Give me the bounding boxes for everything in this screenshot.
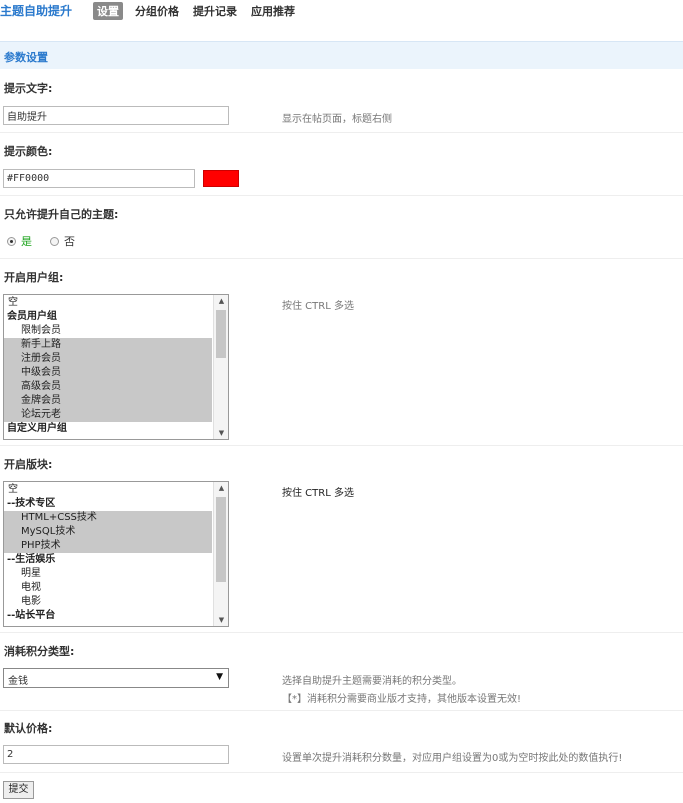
boards-option[interactable]: MySQL技术 <box>4 525 212 539</box>
tip-color-input[interactable] <box>3 169 195 188</box>
boards-option[interactable]: PHP技术 <box>4 539 212 553</box>
scroll-up-icon[interactable]: ▲ <box>214 295 228 307</box>
radio-yes[interactable]: 是 <box>7 233 32 249</box>
radio-yes-dot[interactable] <box>7 236 16 246</box>
credit-type-label: 消耗积分类型: <box>4 645 75 658</box>
divider <box>0 258 683 259</box>
user_groups-option[interactable]: 会员用户组 <box>4 310 212 324</box>
tip-text-label: 提示文字: <box>4 82 53 95</box>
own-only-label: 只允许提升自己的主题: <box>4 208 119 221</box>
scroll-up-icon[interactable]: ▲ <box>214 482 228 494</box>
tip-text-input[interactable] <box>3 106 229 125</box>
default-price-hint: 设置单次提升消耗积分数量，对应用户组设置为0或为空时按此处的数值执行! <box>282 753 623 764</box>
credit-type-hint: 选择自助提升主题需要消耗的积分类型。 <box>282 676 462 687</box>
boards-option[interactable]: HTML+CSS技术 <box>4 511 212 525</box>
boards-hint: 按住 CTRL 多选 <box>282 488 354 499</box>
default-price-input[interactable] <box>3 745 229 764</box>
user-groups-list: 空会员用户组 限制会员 新手上路 注册会员 中级会员 高级会员 金牌会员 论坛元老 自定义用户组 <box>4 296 212 436</box>
boards-option[interactable]: --生活娱乐 <box>4 553 212 567</box>
app-title: 主题自助提升 <box>0 4 73 18</box>
user_groups-option[interactable]: 新手上路 <box>4 338 212 352</box>
radio-no[interactable]: 否 <box>50 233 75 249</box>
submit-button[interactable]: 提交 <box>3 781 34 799</box>
divider <box>0 772 683 773</box>
user_groups-option[interactable]: 高级会员 <box>4 380 212 394</box>
divider <box>0 445 683 446</box>
radio-no-dot[interactable] <box>50 236 59 246</box>
scroll-thumb[interactable] <box>216 310 226 358</box>
boards-scrollbar[interactable]: ▲ ▼ <box>213 482 228 626</box>
user_groups-option[interactable]: 注册会员 <box>4 352 212 366</box>
scroll-down-icon[interactable]: ▼ <box>214 427 228 439</box>
boards-option[interactable]: 电影 <box>4 595 212 609</box>
boards-option[interactable]: 空 <box>4 483 212 497</box>
tip-text-hint: 显示在帖页面，标题右侧 <box>282 114 392 125</box>
default-price-label: 默认价格: <box>4 722 53 735</box>
boards-option[interactable]: 电视 <box>4 581 212 595</box>
boards-option[interactable]: --技术专区 <box>4 497 212 511</box>
user-groups-label: 开启用户组: <box>4 271 64 284</box>
user_groups-option[interactable]: 论坛元老 <box>4 408 212 422</box>
chevron-down-icon: ▼ <box>216 672 223 682</box>
user_groups-option[interactable]: 自定义用户组 <box>4 422 212 436</box>
boards-list: 空 --技术专区 HTML+CSS技术 MySQL技术 PHP技术 --生活娱乐 明星 电视电… <box>4 483 212 623</box>
radio-no-label: 否 <box>64 235 75 248</box>
tab-settings[interactable]: 设置 <box>93 2 123 20</box>
section-header: 参数设置 <box>0 41 683 69</box>
user_groups-option[interactable]: 空 <box>4 296 212 310</box>
user-groups-listbox[interactable]: 空会员用户组 限制会员 新手上路 注册会员 中级会员 高级会员 金牌会员 论坛元老 自定义用户组… <box>3 294 229 440</box>
divider <box>0 710 683 711</box>
tab-records[interactable]: 提升记录 <box>189 2 241 20</box>
credit-type-select[interactable]: 金钱 ▼ <box>3 668 229 688</box>
boards-label: 开启版块: <box>4 458 53 471</box>
boards-listbox[interactable]: 空 --技术专区 HTML+CSS技术 MySQL技术 PHP技术 --生活娱乐 明星 电视电… <box>3 481 229 627</box>
divider <box>0 632 683 633</box>
radio-yes-label: 是 <box>21 235 32 248</box>
boards-option[interactable]: 明星 <box>4 567 212 581</box>
credit-type-value: 金钱 <box>8 676 28 687</box>
section-title: 参数设置 <box>4 51 48 64</box>
divider <box>0 195 683 196</box>
header: 主题自助提升 设置 分组价格 提升记录 应用推荐 <box>0 0 683 20</box>
tip-color-label: 提示颜色: <box>4 145 53 158</box>
user_groups-option[interactable]: 金牌会员 <box>4 394 212 408</box>
scroll-thumb[interactable] <box>216 497 226 582</box>
user-groups-hint: 按住 CTRL 多选 <box>282 301 354 312</box>
boards-option[interactable]: --站长平台 <box>4 609 212 623</box>
tab-group-price[interactable]: 分组价格 <box>131 2 183 20</box>
user_groups-option[interactable]: 限制会员 <box>4 324 212 338</box>
scroll-down-icon[interactable]: ▼ <box>214 614 228 626</box>
user-groups-scrollbar[interactable]: ▲ ▼ <box>213 295 228 439</box>
credit-type-note: 【*】消耗积分需要商业版才支持，其他版本设置无效! <box>282 694 522 705</box>
user_groups-option[interactable]: 中级会员 <box>4 366 212 380</box>
divider <box>0 132 683 133</box>
color-swatch[interactable] <box>203 170 239 187</box>
tab-app-recommend[interactable]: 应用推荐 <box>247 2 299 20</box>
